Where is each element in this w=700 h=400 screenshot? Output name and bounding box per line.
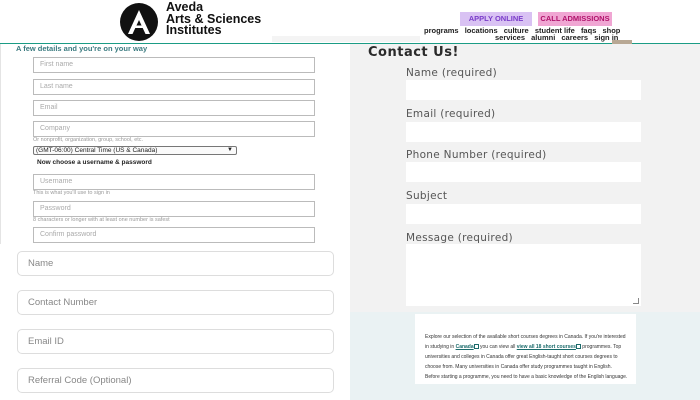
nav-careers[interactable]: careers	[561, 33, 588, 42]
site-header: Aveda Arts & Sciences Institutes APPLY O…	[0, 0, 700, 44]
contact-subject-input[interactable]	[406, 204, 641, 224]
email-id-field[interactable]: Email ID	[17, 329, 334, 354]
contact-phone-label: Phone Number (required)	[406, 149, 547, 161]
credentials-subheading: Now choose a username & password	[37, 159, 152, 166]
contact-email-label: Email (required)	[406, 108, 496, 120]
info-text-2: you can view all	[478, 344, 517, 350]
apply-online-button[interactable]: APPLY ONLINE	[460, 12, 532, 26]
decorative-bar	[612, 40, 632, 44]
name-field[interactable]: Name	[17, 251, 334, 276]
password-input[interactable]: Password	[33, 201, 315, 217]
contact-name-label: Name (required)	[406, 67, 498, 79]
chevron-down-icon: ▼	[227, 147, 233, 153]
contact-message-textarea[interactable]	[406, 244, 641, 306]
contact-email-input[interactable]	[406, 122, 641, 142]
view-courses-link[interactable]: view all 18 short courses	[517, 344, 576, 350]
contact-name-input[interactable]	[406, 80, 641, 100]
call-admissions-button[interactable]: CALL ADMISSIONS	[538, 12, 612, 26]
timezone-value: (GMT-06:00) Central Time (US & Canada)	[36, 147, 158, 154]
referral-code-field[interactable]: Referral Code (Optional)	[17, 368, 334, 393]
aveda-logo-icon[interactable]	[120, 3, 158, 41]
header-divider-strip	[272, 36, 420, 42]
contact-phone-input[interactable]	[406, 162, 641, 182]
password-hint: 8 characters or longer with at least one…	[33, 217, 170, 223]
first-name-input[interactable]: First name	[33, 57, 315, 73]
signup-form: A few details and you're on your way Fir…	[0, 44, 348, 244]
nav-services[interactable]: services	[495, 33, 525, 42]
contact-title: Contact Us!	[368, 45, 459, 60]
username-hint: This is what you'll use to sign in	[33, 190, 110, 196]
company-input[interactable]: Company	[33, 121, 315, 137]
logo-line-3: Institutes	[166, 23, 222, 37]
username-input[interactable]: Username	[33, 174, 315, 190]
logo-wordmark[interactable]: Aveda Arts & Sciences Institutes	[166, 1, 261, 37]
company-hint: Or nonprofit, organization, group, schoo…	[33, 137, 144, 143]
confirm-password-input[interactable]: Confirm password	[33, 227, 315, 243]
nav-locations[interactable]: locations	[465, 26, 498, 35]
last-name-input[interactable]: Last name	[33, 79, 315, 95]
main-nav-row-2: services alumni careers sign in	[495, 33, 622, 42]
signup-heading: A few details and you're on your way	[16, 44, 148, 53]
nav-programs[interactable]: programs	[424, 26, 459, 35]
timezone-select[interactable]: (GMT-06:00) Central Time (US & Canada) ▼	[33, 146, 237, 155]
contact-subject-label: Subject	[406, 190, 448, 202]
contact-message-label: Message (required)	[406, 232, 513, 244]
resize-handle-icon[interactable]	[633, 298, 639, 304]
contact-number-field[interactable]: Contact Number	[17, 290, 334, 315]
email-input[interactable]: Email	[33, 100, 315, 116]
nav-alumni[interactable]: alumni	[531, 33, 555, 42]
courses-info-text: Explore our selection of the available s…	[415, 314, 636, 384]
canada-link[interactable]: Canada	[456, 344, 474, 350]
